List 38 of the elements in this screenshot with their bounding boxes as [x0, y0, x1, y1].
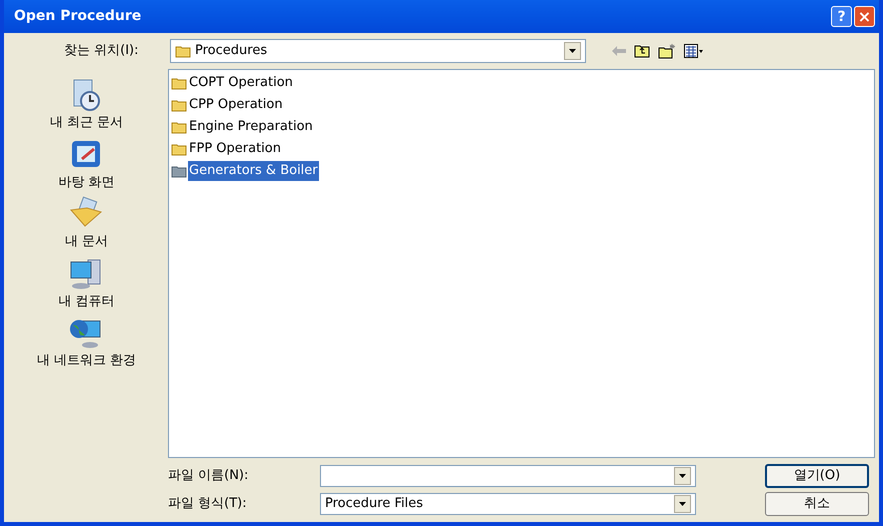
look-in-dropdown[interactable]: Procedures	[170, 39, 586, 63]
folder-icon	[171, 98, 187, 112]
caret-icon	[569, 49, 576, 53]
place-label[interactable]: 내 문서	[64, 232, 108, 252]
view-menu-icon[interactable]	[684, 44, 704, 58]
dropdown-button[interactable]	[674, 495, 691, 513]
folder-icon	[171, 142, 187, 156]
cancel-button[interactable]: 취소	[765, 492, 869, 516]
look-in-label: 찾는 위치(I):	[64, 42, 140, 60]
close-button[interactable]: ×	[854, 6, 875, 27]
file-type-dropdown[interactable]: Procedure Files	[320, 493, 696, 515]
file-type-label: 파일 형식(T):	[168, 495, 248, 514]
file-name-field[interactable]	[320, 465, 696, 487]
folder-icon	[171, 76, 187, 90]
help-button[interactable]: ?	[831, 6, 852, 27]
file-name-label: 파일 이름(N):	[168, 467, 250, 486]
file-type-value: Procedure Files	[325, 495, 424, 514]
place-label[interactable]: 바탕 화면	[58, 172, 115, 192]
folder-icon	[171, 120, 187, 134]
open-button[interactable]: 열기(O)	[765, 464, 869, 488]
folder-up-icon[interactable]	[634, 44, 650, 58]
folder-item[interactable]: Engine Preparation	[188, 117, 314, 137]
dropdown-button[interactable]	[564, 42, 581, 60]
place-label[interactable]: 내 최근 문서	[50, 113, 124, 132]
look-in-value: Procedures	[195, 42, 268, 60]
folder-item[interactable]: Generators & Boiler	[188, 161, 319, 181]
caret-icon	[679, 502, 686, 506]
place-label[interactable]: 내 네트워크 환경	[36, 351, 136, 370]
new-folder-icon[interactable]	[658, 44, 676, 58]
folder-icon	[171, 164, 187, 178]
folder-item[interactable]: FPP Operation	[188, 139, 282, 159]
folder-item[interactable]: COPT Operation	[188, 73, 294, 93]
caret-icon	[679, 474, 686, 478]
window-title: Open Procedure	[14, 7, 142, 26]
place-label[interactable]: 내 컴퓨터	[58, 292, 115, 311]
folder-item[interactable]: CPP Operation	[188, 95, 284, 115]
dropdown-button[interactable]	[674, 467, 691, 485]
folder-icon	[175, 44, 191, 58]
